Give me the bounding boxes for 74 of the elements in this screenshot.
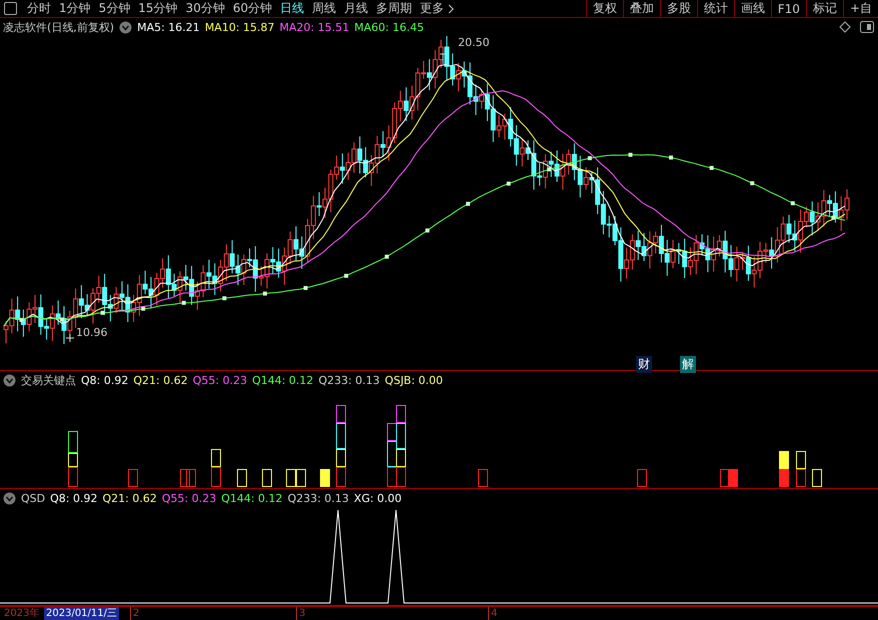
- period-tab[interactable]: 1分钟: [55, 0, 95, 17]
- signal-bar: [796, 451, 806, 487]
- low-price-label: 10.96: [76, 326, 108, 339]
- period-tab[interactable]: 多周期: [372, 0, 416, 17]
- signal-bar: [286, 469, 296, 487]
- signal-bar: [637, 469, 647, 487]
- period-tab[interactable]: 更多: [416, 0, 448, 17]
- chart-title: 凌志软件(日线,前复权): [3, 20, 114, 34]
- high-marker-icon: [440, 54, 446, 64]
- signal-bar: [68, 431, 78, 487]
- period-tab[interactable]: 15分钟: [134, 0, 182, 17]
- signal-bar: [387, 423, 397, 487]
- toolbar-button[interactable]: 多股: [660, 0, 697, 17]
- signal-bar: [237, 469, 247, 487]
- period-tab[interactable]: 60分钟: [228, 0, 276, 17]
- low-marker-icon: [66, 334, 74, 342]
- panel-toggle-icon[interactable]: [4, 2, 17, 15]
- period-tab[interactable]: 30分钟: [182, 0, 229, 17]
- signal-bar: [728, 469, 738, 487]
- toolbar-button[interactable]: 复权: [586, 0, 623, 17]
- toolbar-button[interactable]: 画线: [734, 0, 771, 17]
- indicator-value: Q8: 0.92: [81, 374, 128, 386]
- signal-bar: [779, 451, 789, 487]
- toolbar-button[interactable]: 统计: [696, 0, 734, 17]
- ma-value: MA5: 16.21: [137, 20, 200, 34]
- signal-bar: [180, 469, 190, 487]
- indicator-value: Q144: 0.12: [252, 374, 314, 386]
- indicator-value: Q233: 0.13: [288, 492, 349, 504]
- indicator-value: Q144: 0.12: [221, 492, 283, 504]
- period-tab[interactable]: 日线: [276, 0, 308, 17]
- ma-value: MA20: 15.51: [280, 20, 350, 34]
- indicator-title: 交易关键点: [21, 372, 76, 388]
- indicator-title: QSD: [21, 492, 46, 504]
- toolbar-button[interactable]: F10: [770, 0, 806, 17]
- indicator-value: Q233: 0.13: [318, 374, 380, 386]
- ma-value: MA10: 15.87: [204, 20, 275, 34]
- indicator-value: Q21: 0.62: [102, 492, 157, 504]
- signal-bar: [812, 469, 822, 487]
- signal-bar: [478, 469, 488, 487]
- panel-icon[interactable]: [860, 21, 874, 33]
- ma-value: MA60: 16.45: [354, 20, 424, 34]
- chevron-right-icon[interactable]: [448, 4, 454, 14]
- month-label: 3: [296, 607, 306, 620]
- indicator-value: Q21: 0.62: [133, 374, 188, 386]
- indicator-value: XG: 0.00: [354, 492, 402, 504]
- period-tab[interactable]: 周线: [308, 0, 340, 17]
- event-badge[interactable]: 解: [680, 356, 696, 373]
- signal-bar: [211, 449, 221, 487]
- month-label: 2: [130, 607, 140, 620]
- diamond-icon[interactable]: [839, 21, 851, 33]
- indicator-value: Q8: 0.92: [50, 492, 98, 504]
- dropdown-icon[interactable]: [3, 374, 16, 386]
- signal-bar: [186, 469, 196, 487]
- toolbar-button[interactable]: +自: [842, 0, 878, 17]
- event-badge[interactable]: 财: [636, 356, 652, 373]
- period-tab[interactable]: 分时: [23, 0, 55, 17]
- signal-bar: [320, 469, 330, 487]
- toolbar-button[interactable]: 叠加: [622, 0, 660, 17]
- indicator-value: Q55: 0.23: [192, 374, 248, 386]
- period-tab[interactable]: 月线: [340, 0, 372, 17]
- year-label: 2023年: [4, 607, 40, 620]
- cursor-date-label: 2023/01/11/三: [44, 607, 120, 620]
- signal-bar: [296, 469, 306, 487]
- indicator-value: QSJB: 0.00: [384, 374, 443, 386]
- toolbar-button[interactable]: 标记: [806, 0, 843, 17]
- period-tab[interactable]: 5分钟: [94, 0, 134, 17]
- high-price-label: 20.50: [458, 36, 490, 49]
- month-label: 4: [488, 607, 498, 620]
- indicator-value: Q55: 0.23: [162, 492, 216, 504]
- signal-bar: [720, 469, 730, 487]
- signal-bar: [262, 469, 272, 487]
- signal-bar: [128, 469, 138, 487]
- dropdown-icon[interactable]: [3, 492, 16, 504]
- dropdown-icon[interactable]: [119, 20, 132, 34]
